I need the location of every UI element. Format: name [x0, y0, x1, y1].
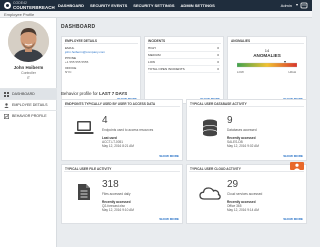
file-icon — [78, 184, 90, 200]
endpoint-count: 4 — [102, 115, 108, 126]
divider — [189, 106, 304, 107]
file-count: 318 — [102, 179, 119, 190]
behavior-prefix: Behavior profile for — [61, 91, 100, 96]
sidebar-item-employee-details[interactable]: EMPLOYEE DETAILS — [0, 99, 57, 110]
cloud-desc: Cloud services accessed — [227, 192, 263, 196]
main-content: DASHBOARD EMPLOYEE DETAILS EMAIL john.ho… — [59, 18, 310, 247]
show-more-link[interactable]: SHOW MORE — [283, 154, 303, 158]
divider — [64, 43, 138, 44]
sidebar-item-label: BEHAVIOR PROFILE — [12, 114, 47, 118]
divider — [230, 43, 304, 44]
file-desc: Files accessed daily — [102, 192, 131, 196]
recent-time: May 12, 2016 9:02 AM — [227, 144, 259, 148]
chevron-down-icon[interactable]: ▾ — [296, 2, 298, 7]
main-nav: DASHBOARD SECURITY EVENTS SECURITY SETTI… — [58, 0, 215, 11]
avatar-photo-icon — [8, 21, 49, 62]
divider — [147, 43, 221, 44]
recent-time: May 12, 2016 9:10 AM — [102, 208, 134, 212]
dashboard-title: DASHBOARD — [61, 24, 96, 30]
sidebar-item-label: EMPLOYEE DETAILS — [12, 103, 48, 107]
behavior-profile-heading: Behavior profile for LAST 7 DAYS — [61, 91, 127, 96]
file-activity-card: TYPICAL USER FILE ACTIVITY 318 Files acc… — [61, 164, 183, 224]
sidebar-menu: DASHBOARD EMPLOYEE DETAILS BEHAVIOR PROF… — [0, 88, 57, 121]
page-subheader: Employee Profile — [0, 11, 312, 18]
show-more-link[interactable]: SHOW MORE — [159, 217, 179, 221]
behavior-period[interactable]: LAST 7 DAYS — [99, 91, 127, 96]
incident-row-total[interactable]: TOTAL OPEN INCIDENTS 0 — [148, 67, 220, 73]
brand-logo[interactable]: CODE42 COUNTERBREACH — [4, 1, 55, 10]
phone-value: +1 555 555 5555 — [65, 60, 89, 64]
divider — [189, 171, 304, 172]
cloud-count: 29 — [227, 179, 239, 190]
show-more-link[interactable]: SHOW MORE — [159, 154, 179, 158]
brand-main-text: COUNTERBREACH — [13, 4, 55, 10]
cloud-activity-card: TYPICAL USER CLOUD ACTIVITY 29 Cloud ser… — [186, 162, 307, 224]
show-more-link[interactable]: SHOW MORE — [283, 217, 303, 221]
top-navigation-bar: CODE42 COUNTERBREACH DASHBOARD SECURITY … — [0, 0, 312, 11]
nav-security-events[interactable]: SECURITY EVENTS — [90, 3, 127, 8]
incident-row-low[interactable]: LOW 0 — [148, 60, 220, 66]
divider — [64, 106, 180, 107]
laptop-icon — [74, 121, 94, 134]
nav-security-settings[interactable]: SECURITY SETTINGS — [133, 3, 174, 8]
cloud-icon — [199, 187, 221, 200]
database-desc: Databases accessed — [227, 128, 257, 132]
logo-mark-icon — [4, 2, 11, 9]
recent-time: May 12, 2016 9:14 AM — [227, 208, 259, 212]
incident-count: 0 — [217, 46, 219, 50]
gauge-high-label: HIGH — [288, 70, 297, 74]
profile-role: Controller — [21, 71, 36, 75]
email-value[interactable]: john.hoiberm@company.com — [65, 50, 105, 54]
database-count: 9 — [227, 115, 233, 126]
incident-count: 0 — [217, 60, 219, 64]
incidents-card: INCIDENTS HIGH 0 MEDIUM 0 LOW 0 TOTAL OP… — [144, 36, 224, 104]
incident-label: MEDIUM — [148, 53, 161, 57]
user-menu[interactable]: Admin — [281, 3, 292, 8]
anomaly-label: ANOMALIES — [253, 53, 281, 58]
gauge-low-label: LOW — [237, 70, 244, 74]
sidebar-item-behavior-profile[interactable]: BEHAVIOR PROFILE — [0, 110, 57, 121]
endpoint-desc: Endpoints used to access resources — [102, 128, 154, 132]
endpoints-card: ENDPOINTS TYPICALLY USED BY USER TO ACCE… — [61, 99, 183, 161]
sidebar-item-label: DASHBOARD — [12, 92, 35, 96]
nav-dashboard[interactable]: DASHBOARD — [58, 3, 84, 8]
incident-row-medium[interactable]: MEDIUM 0 — [148, 53, 220, 59]
brand-wordmark: CODE42 COUNTERBREACH — [13, 1, 55, 10]
anomalies-card: ANOMALIES 14 ANOMALIES LOW HIGH SHOW MOR… — [227, 36, 307, 104]
profile-sidebar: John Hoiberm Controller IT DASHBOARD EMP… — [0, 18, 57, 247]
sidebar-item-dashboard[interactable]: DASHBOARD — [0, 88, 57, 99]
page-title: Employee Profile — [4, 12, 35, 17]
profile-name: John Hoiberm — [13, 65, 44, 70]
divider — [64, 171, 180, 172]
profile-department: IT — [26, 76, 30, 80]
avatar — [8, 21, 49, 62]
incident-row-high[interactable]: HIGH 0 — [148, 46, 220, 52]
notification-icon[interactable] — [300, 2, 308, 9]
incident-label: HIGH — [148, 46, 156, 50]
dashboard-icon — [4, 91, 9, 97]
anomaly-gauge — [237, 61, 297, 68]
incident-count: 0 — [217, 67, 219, 71]
chart-icon — [4, 113, 9, 119]
nav-admin-settings[interactable]: ADMIN SETTINGS — [181, 3, 215, 8]
alert-badge-icon[interactable] — [290, 162, 304, 170]
database-icon — [202, 119, 218, 137]
incident-label: TOTAL OPEN INCIDENTS — [148, 67, 185, 71]
database-card: TYPICAL USER DATABASE ACTIVITY 9 Databas… — [186, 99, 307, 161]
incident-count: 0 — [217, 53, 219, 57]
person-icon — [4, 102, 9, 108]
office-value: NYC — [65, 70, 72, 74]
incident-label: LOW — [148, 60, 156, 64]
last-used-time: May 12, 2016 8:21 AM — [102, 144, 134, 148]
